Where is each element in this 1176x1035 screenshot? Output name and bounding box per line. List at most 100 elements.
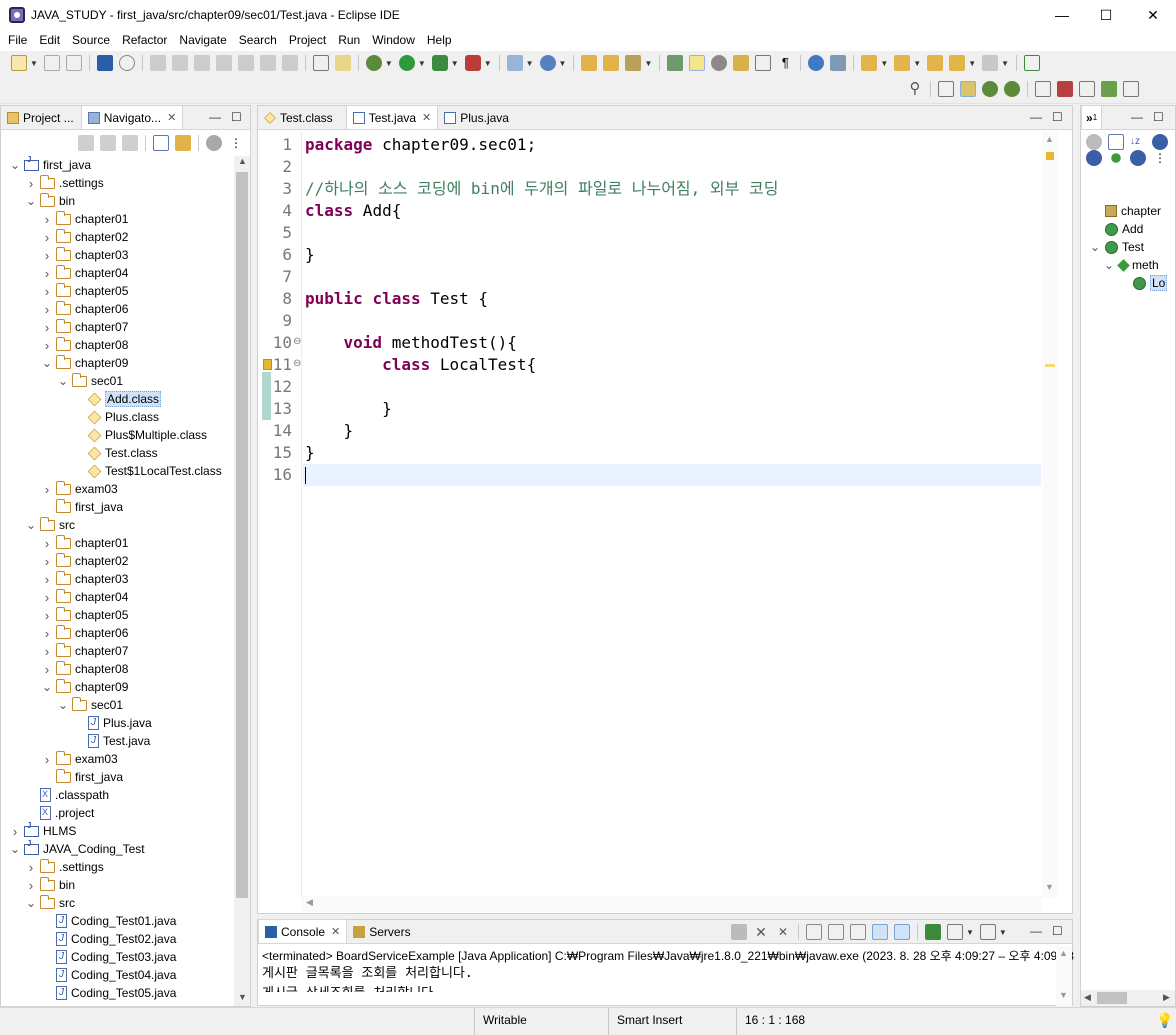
code-line[interactable]: //하나의 소스 코딩에 bin에 두개의 파일로 나누어짐, 외부 코딩 [305,178,778,200]
hide-fields-icon[interactable] [1152,134,1168,150]
scroll-down-icon[interactable]: ▼ [1059,990,1068,1000]
tree-item[interactable]: .project [25,804,94,822]
editor-hscrollbar[interactable]: ◀ [302,896,1042,912]
chevron-down-icon[interactable]: ▼ [880,59,888,68]
chevron-down-icon[interactable]: ▼ [30,59,38,68]
menu-source[interactable]: Source [66,30,116,51]
outline-item[interactable]: Lo [1117,274,1168,292]
back-icon[interactable] [949,55,966,71]
tree-item[interactable]: .classpath [25,786,109,804]
toggle-block-selection-icon[interactable] [711,55,728,71]
open-console-icon[interactable] [979,924,996,940]
last-edit-location-icon[interactable] [927,55,944,71]
chevron-down-icon[interactable]: ▼ [451,59,459,68]
chevron-down-icon[interactable]: ⌄ [25,194,37,208]
tree-item[interactable]: › chapter08 [41,336,128,354]
status-insert-mode[interactable]: Smart Insert [608,1008,736,1035]
chevron-down-icon[interactable]: ⌄ [41,356,53,370]
minimize-view-button[interactable]: — [1131,110,1143,124]
minimize-view-button[interactable]: — [1030,924,1042,938]
word-wrap-icon[interactable] [850,924,866,940]
tab-console[interactable]: Console ✕ [258,919,348,943]
jee-perspective-icon[interactable] [1004,81,1020,97]
tree-item[interactable]: › chapter07 [41,642,128,660]
tab-project-explorer[interactable]: Project ... [1,106,81,129]
step-over-icon[interactable] [259,55,276,71]
tree-item[interactable]: Coding_Test04.java [41,966,176,984]
menu-edit[interactable]: Edit [33,30,66,51]
outline-item[interactable]: chapter [1089,202,1161,220]
hierarchy-icon[interactable] [1101,81,1117,97]
tree-item[interactable]: › chapter04 [41,588,128,606]
word-wrap-icon[interactable] [755,55,772,71]
minimize-view-button[interactable]: — [209,110,221,124]
maximize-button[interactable]: ☐ [1083,0,1129,30]
focus-icon[interactable] [1086,134,1102,150]
tab-outline[interactable]: » 1 [1081,105,1103,129]
open-task-icon[interactable] [603,55,620,71]
debug-perspective-icon[interactable] [982,81,998,97]
open-type-icon[interactable] [581,55,598,71]
quick-access-search-icon[interactable]: ⚲ [907,81,923,97]
remove-all-launches-icon[interactable]: ✕ [775,924,791,940]
chevron-down-icon[interactable]: ▼ [999,928,1007,937]
chevron-down-icon[interactable]: ▼ [385,59,393,68]
warning-marker-icon[interactable] [263,359,272,370]
view-menu-icon[interactable]: ⋮ [1152,150,1168,166]
tree-item[interactable]: › chapter03 [41,570,128,588]
fold-collapse-icon[interactable]: ⊖ [293,336,301,347]
warning-marker-icon[interactable] [1046,152,1054,160]
code-line[interactable]: class LocalTest{ [305,354,536,376]
chevron-down-icon[interactable]: ⌄ [41,680,53,694]
chevron-right-icon[interactable]: › [41,284,53,299]
outline-item[interactable]: ⌄ Test [1089,238,1144,256]
hide-static-icon[interactable] [1086,150,1102,166]
fold-collapse-icon[interactable]: ⊖ [293,358,301,369]
tree-item[interactable]: Plus.java [73,714,152,732]
scroll-up-icon[interactable]: ▲ [238,156,247,166]
code-line[interactable]: } [305,442,315,464]
scroll-lock-icon[interactable] [828,924,844,940]
next-annotation-icon[interactable] [861,55,878,71]
up-icon[interactable] [122,135,138,151]
chevron-down-icon[interactable]: ⌄ [1089,240,1101,254]
maximize-view-button[interactable]: ☐ [1153,110,1164,124]
scroll-up-icon[interactable]: ▲ [1059,948,1068,958]
forward-icon[interactable] [100,135,116,151]
occurrence-marker-icon[interactable] [1045,364,1055,367]
pin-console-icon[interactable] [925,924,941,940]
tree-item[interactable]: › chapter02 [41,552,128,570]
remove-launch-icon[interactable]: ✕ [753,924,769,940]
menu-project[interactable]: Project [283,30,332,51]
chevron-down-icon[interactable]: ▼ [418,59,426,68]
tree-item[interactable]: › chapter01 [41,534,128,552]
maximize-view-button[interactable]: ☐ [231,110,242,124]
tree-item[interactable]: ⌄ bin [25,192,75,210]
tip-lightbulb-icon[interactable]: 💡 [1156,1012,1173,1029]
menu-file[interactable]: File [2,30,33,51]
chevron-right-icon[interactable]: › [41,554,53,569]
code-line[interactable]: } [305,420,354,442]
chevron-down-icon[interactable]: ⌄ [25,896,37,910]
step-into-icon[interactable] [237,55,254,71]
chevron-down-icon[interactable]: ⌄ [25,518,37,532]
maximize-view-button[interactable]: ☐ [1052,110,1063,124]
code-line[interactable]: void methodTest(){ [305,332,517,354]
terminate-icon[interactable] [731,924,747,940]
tree-item[interactable]: › exam03 [41,750,118,768]
open-perspective-icon[interactable] [938,81,954,97]
status-cursor-position[interactable]: 16 : 1 : 168 [736,1008,846,1035]
chevron-right-icon[interactable]: › [41,338,53,353]
skip-breakpoints-icon[interactable] [118,55,135,71]
chevron-right-icon[interactable]: › [41,212,53,227]
tree-item[interactable]: ⌄ src [25,894,75,912]
minimize-button[interactable]: — [1039,0,1085,30]
chevron-down-icon[interactable]: ▼ [913,59,921,68]
outline-item[interactable]: ⌄ meth [1103,256,1159,274]
scroll-left-icon[interactable]: ◀ [1084,992,1091,1003]
run-icon[interactable] [398,55,415,71]
tree-item[interactable]: ⌄ JAVA_Coding_Test [9,839,145,858]
console-scrollbar[interactable]: ▲ ▼ [1056,946,1072,1006]
tree-item[interactable]: › chapter05 [41,282,128,300]
tree-item[interactable]: › .settings [25,174,104,192]
